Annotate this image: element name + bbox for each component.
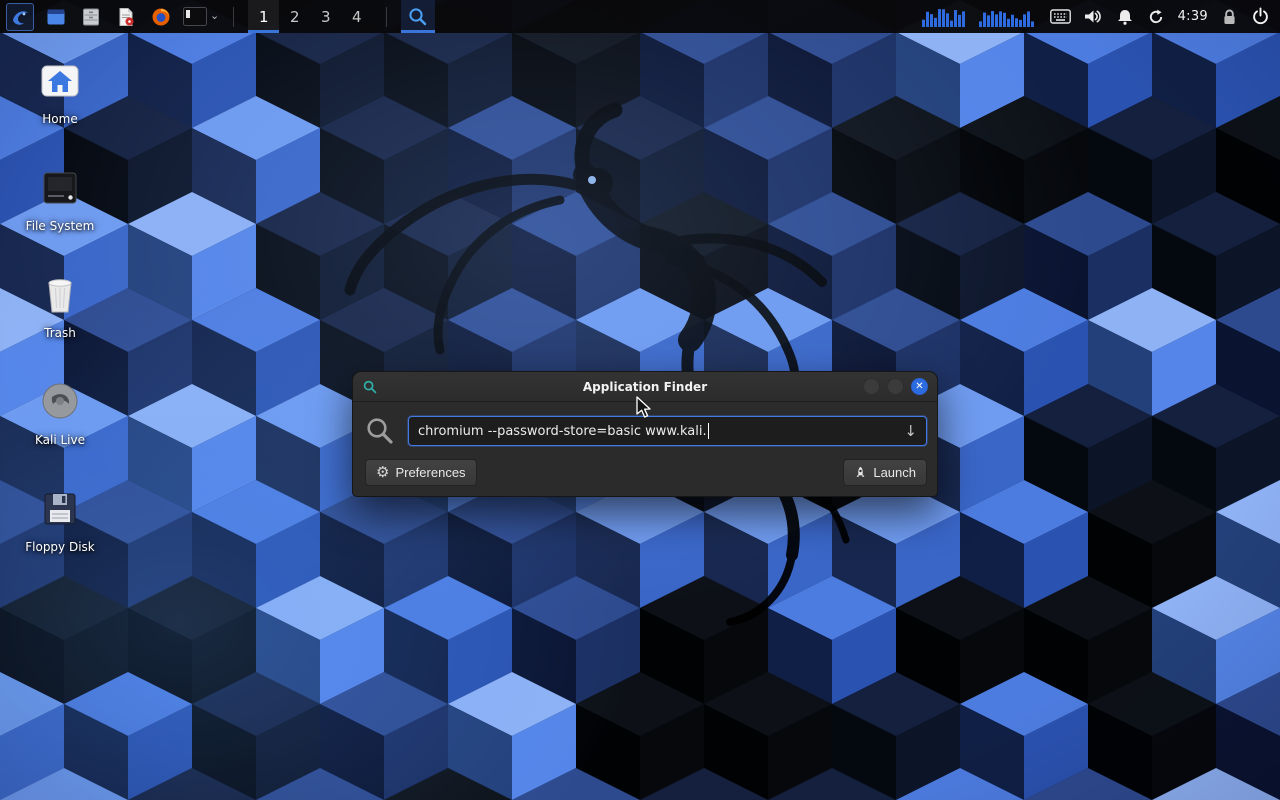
terminal-launcher[interactable]: ⌄ (183, 7, 219, 26)
magnifier-icon (408, 7, 428, 27)
gear-icon: ⚙ (376, 465, 389, 480)
firefox-icon[interactable] (148, 4, 174, 30)
window-title: Application Finder (353, 380, 937, 394)
application-finder-taskbar-button[interactable] (401, 0, 435, 33)
desktop-icon-column: Home File System Trash (14, 54, 106, 589)
command-input-value: chromium --password-store=basic www.kali… (418, 424, 707, 439)
text-caret (708, 423, 709, 439)
floppy-disk-icon (41, 486, 79, 528)
workspace-switcher: 1 2 3 4 (248, 0, 372, 33)
desktop-icon-label: Trash (44, 326, 76, 340)
desktop-icon-home[interactable]: Home (14, 54, 106, 161)
desktop-icon-label: Kali Live (35, 433, 85, 447)
keyboard-icon[interactable] (1050, 9, 1071, 24)
application-finder-window: Application Finder ✕ chromium --password… (352, 371, 938, 497)
workspace-4[interactable]: 4 (341, 0, 372, 33)
terminal-icon (183, 7, 207, 26)
command-input[interactable]: chromium --password-store=basic www.kali… (408, 416, 927, 446)
workspace-3[interactable]: 3 (310, 0, 341, 33)
kali-menu-icon[interactable] (6, 3, 34, 31)
file-manager-icon[interactable] (78, 4, 104, 30)
lock-icon[interactable] (1221, 8, 1238, 26)
clock[interactable]: 4:39 (1178, 9, 1208, 24)
desktop-icon-label: Floppy Disk (25, 540, 95, 554)
window-controls: ✕ (863, 378, 937, 395)
updates-icon[interactable] (1147, 8, 1165, 26)
kali-live-icon (40, 379, 80, 421)
text-editor-icon[interactable] (113, 4, 139, 30)
volume-icon[interactable] (1084, 8, 1103, 25)
cpu-graph[interactable] (922, 7, 966, 27)
minimize-button[interactable] (863, 378, 880, 395)
launch-icon (854, 466, 867, 480)
panel-launchers: ⌄ 1 2 3 4 (0, 0, 435, 33)
launch-button-label: Launch (873, 465, 916, 480)
mouse-cursor (636, 396, 658, 420)
maximize-button[interactable] (887, 378, 904, 395)
workspace-1[interactable]: 1 (248, 0, 279, 33)
panel-tray: 4:39 (922, 0, 1280, 33)
workspace-2[interactable]: 2 (279, 0, 310, 33)
bell-icon[interactable] (1116, 8, 1134, 26)
window-manager-icon[interactable] (43, 4, 69, 30)
top-panel: ⌄ 1 2 3 4 (0, 0, 1280, 33)
power-icon[interactable] (1251, 7, 1270, 26)
close-button[interactable]: ✕ (911, 378, 928, 395)
dropdown-arrow-icon[interactable]: ↓ (904, 422, 917, 440)
preferences-button[interactable]: ⚙ Preferences (365, 459, 477, 486)
desktop-icon-kali-live[interactable]: Kali Live (14, 375, 106, 482)
window-magnifier-icon (363, 380, 377, 394)
search-icon (365, 416, 395, 446)
home-icon (39, 58, 81, 100)
launch-button[interactable]: Launch (843, 459, 927, 486)
chevron-down-icon: ⌄ (210, 10, 219, 21)
file-system-icon (40, 165, 80, 207)
panel-separator (386, 7, 387, 27)
desktop-icon-label: Home (42, 112, 77, 126)
desktop-icon-floppy-disk[interactable]: Floppy Disk (14, 482, 106, 589)
panel-separator (233, 7, 234, 27)
button-row: ⚙ Preferences Launch (365, 459, 927, 486)
desktop-icon-trash[interactable]: Trash (14, 268, 106, 375)
desktop-icon-file-system[interactable]: File System (14, 161, 106, 268)
net-graph[interactable] (979, 7, 1037, 27)
desktop-icon-label: File System (26, 219, 95, 233)
search-row: chromium --password-store=basic www.kali… (365, 416, 927, 446)
trash-icon (41, 272, 79, 314)
preferences-button-label: Preferences (395, 465, 465, 480)
